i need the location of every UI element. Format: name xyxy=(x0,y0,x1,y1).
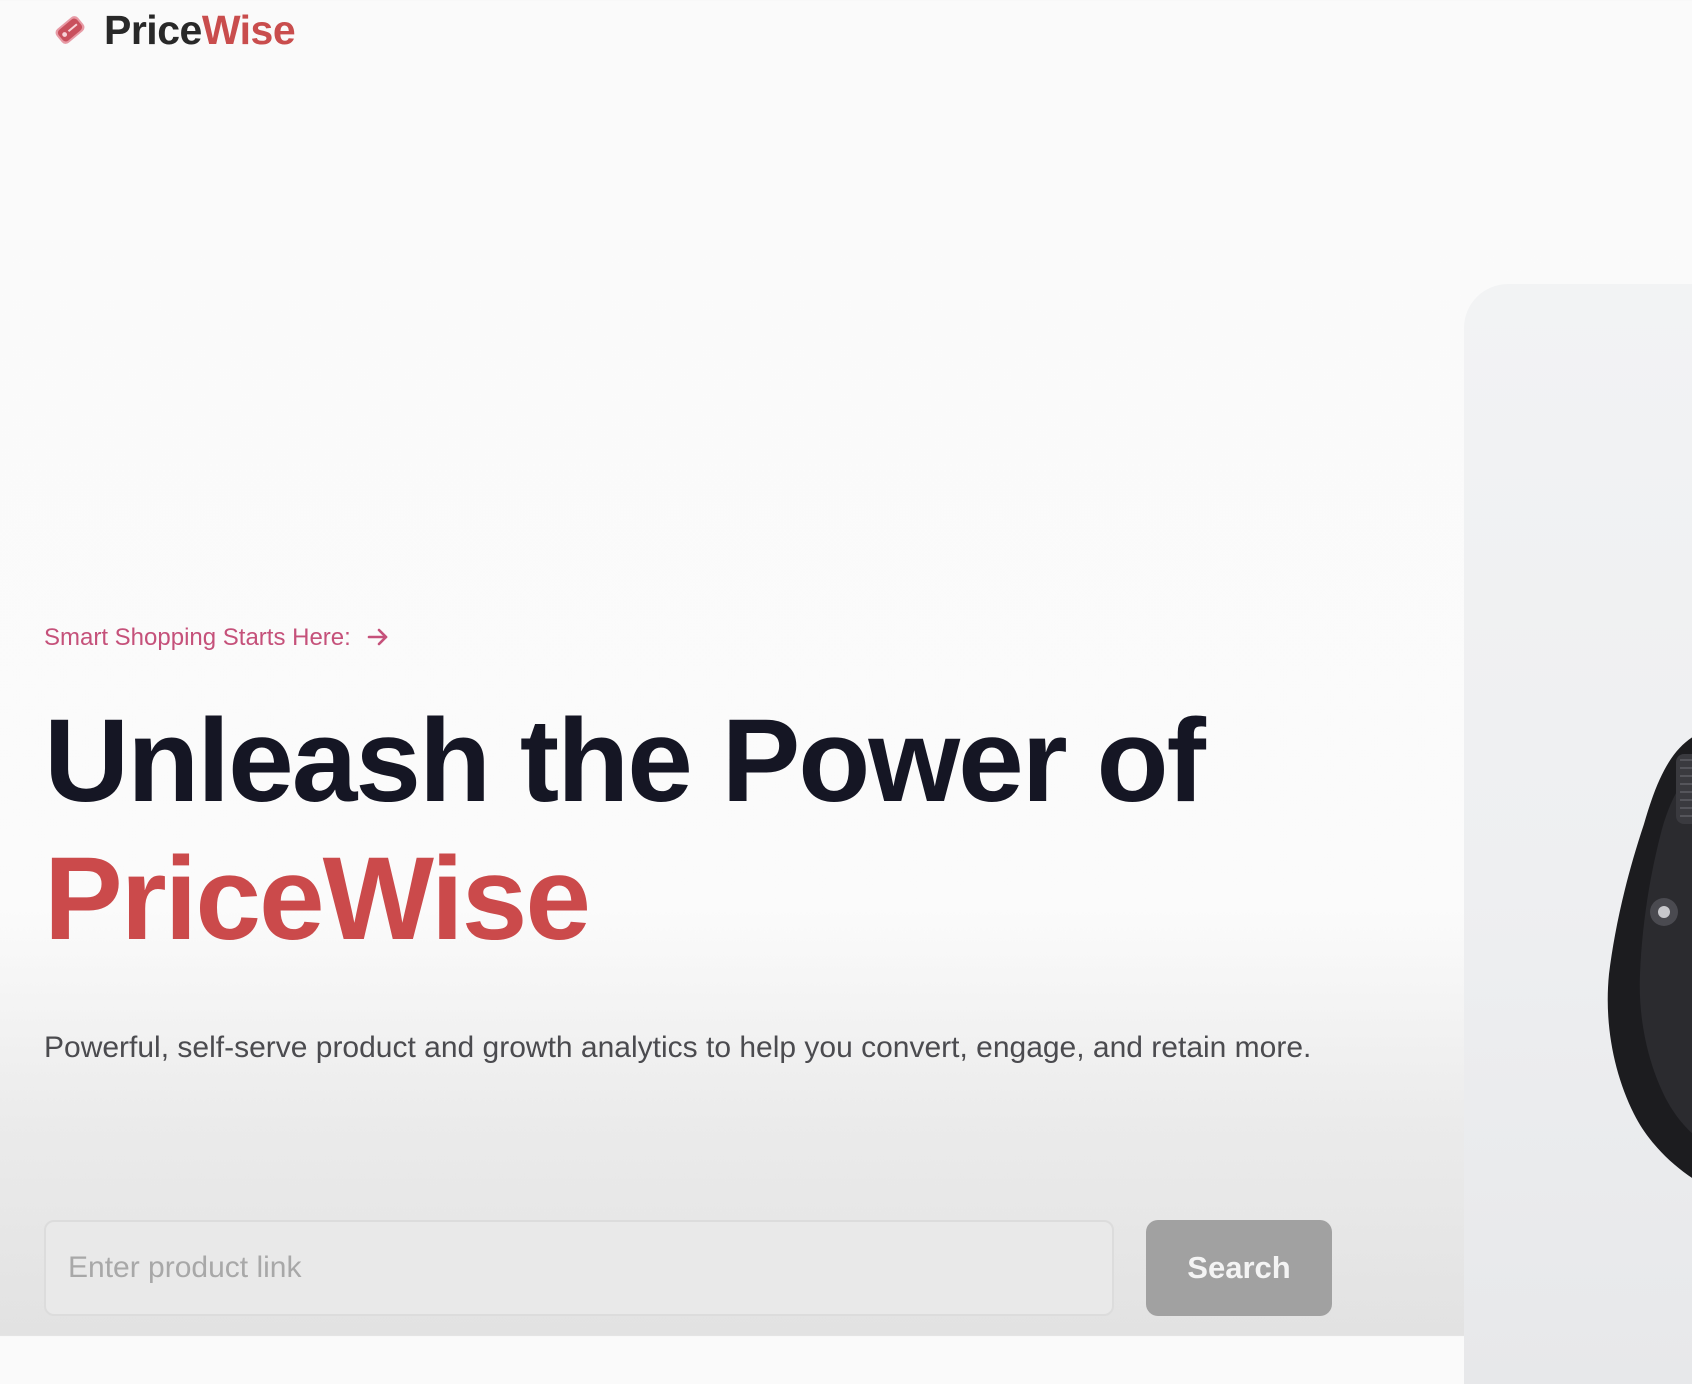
hero-headline: Unleash the Power of PriceWise xyxy=(44,692,1334,968)
search-form: Search xyxy=(44,1220,1332,1316)
product-showcase-panel xyxy=(1464,284,1692,1384)
tagline: Smart Shopping Starts Here: xyxy=(44,624,1334,652)
navbar: PriceWise xyxy=(48,6,296,53)
hero-subtitle: Powerful, self-serve product and growth … xyxy=(44,1031,1312,1064)
product-link-input[interactable] xyxy=(44,1220,1114,1316)
arrow-right-icon xyxy=(365,624,393,652)
headline-accent: PriceWise xyxy=(44,833,591,965)
tagline-text: Smart Shopping Starts Here: xyxy=(44,624,351,651)
logo-text-price: Price xyxy=(104,6,202,53)
headline-line: Unleash the Power of xyxy=(44,695,1206,827)
logo-text-wise: Wise xyxy=(201,6,296,53)
hero-section: Smart Shopping Starts Here: Unleash the … xyxy=(44,624,1334,1102)
search-button[interactable]: Search xyxy=(1146,1220,1332,1316)
price-tag-icon[interactable] xyxy=(48,8,92,52)
logo-wordmark[interactable]: PriceWise xyxy=(104,6,296,53)
product-image xyxy=(1607,737,1692,1178)
